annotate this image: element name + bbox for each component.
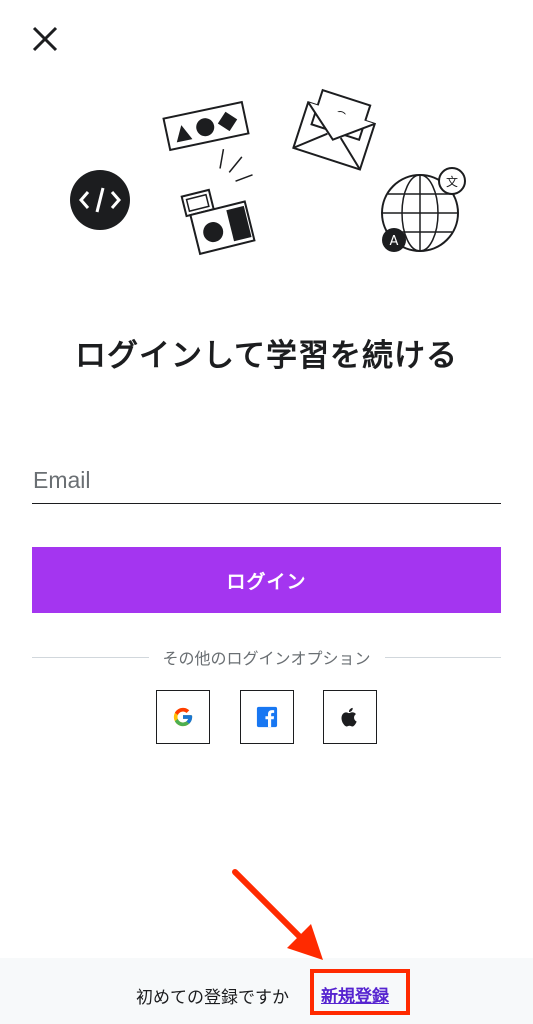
facebook-login-button[interactable] xyxy=(240,690,294,744)
language-badge: A xyxy=(390,234,399,249)
other-login-options-label: その他のログインオプション xyxy=(162,649,371,668)
camera-icon xyxy=(180,148,256,256)
code-icon xyxy=(70,170,130,230)
close-icon xyxy=(32,26,58,52)
apple-login-button[interactable] xyxy=(323,690,377,744)
translate-badge: 文 xyxy=(446,174,458,189)
signup-link[interactable]: 新規登録 xyxy=(321,982,389,1007)
google-icon xyxy=(173,707,193,727)
envelope-icon: @ xyxy=(292,88,377,171)
page-title: ログインして学習を続ける xyxy=(74,338,459,374)
login-illustration: @ 文 A xyxy=(70,88,466,256)
apple-icon xyxy=(341,707,357,727)
globe-translate-icon: 文 A xyxy=(381,167,466,252)
signup-prompt: 初めての登録ですか xyxy=(136,988,289,1008)
other-login-options-divider: その他のログインオプション xyxy=(32,646,502,668)
facebook-icon xyxy=(256,706,278,728)
close-button[interactable] xyxy=(28,22,62,56)
divider-line-right xyxy=(384,656,502,658)
email-field-wrapper xyxy=(32,458,501,504)
divider-line-left xyxy=(32,656,149,658)
shapes-card-icon xyxy=(162,100,250,152)
google-login-button[interactable] xyxy=(156,690,210,744)
email-input[interactable] xyxy=(32,458,501,502)
login-button[interactable]: ログイン xyxy=(32,547,501,613)
annotation-arrow-icon xyxy=(232,869,323,960)
